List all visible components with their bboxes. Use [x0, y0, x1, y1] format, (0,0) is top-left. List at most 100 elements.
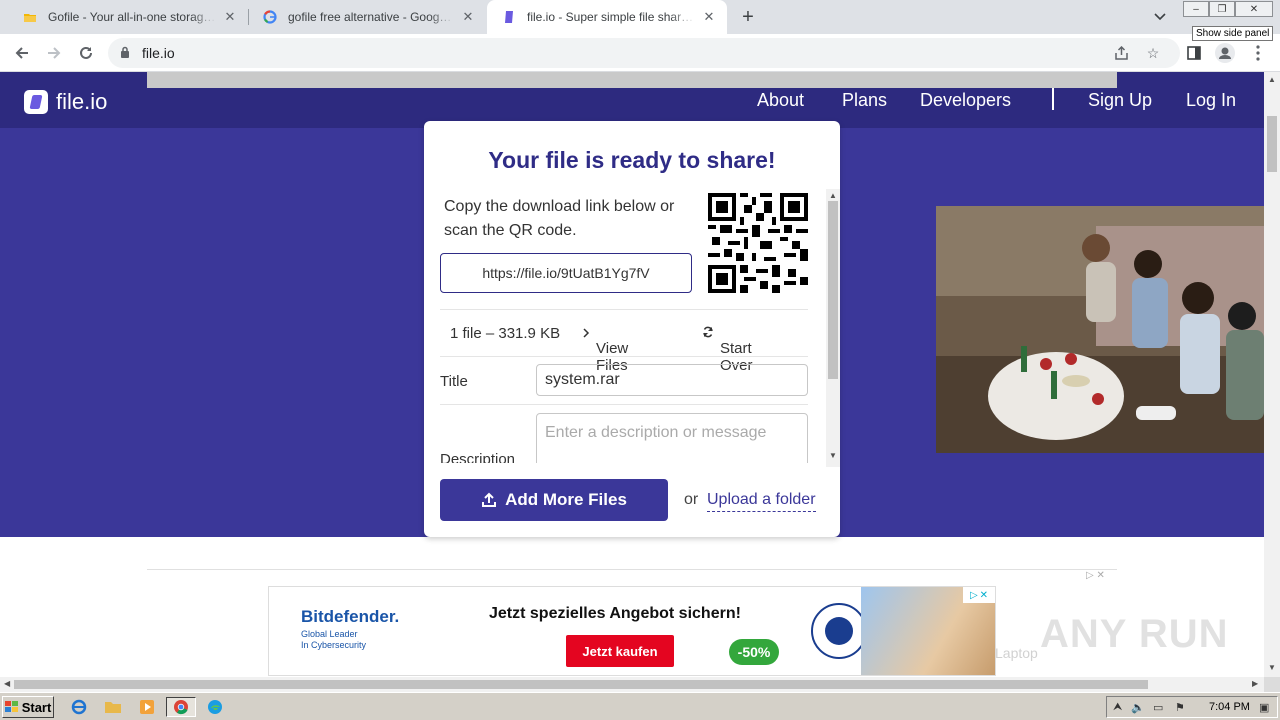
- forward-arrow-icon: [48, 47, 61, 59]
- kebab-menu-icon: [1256, 45, 1260, 61]
- close-icon[interactable]: ✕: [222, 9, 238, 25]
- internet-explorer-icon[interactable]: [68, 697, 90, 717]
- system-tray: ⮝ 🔈 ▭ ⚑ 7:04 PM ▣: [1106, 696, 1278, 718]
- view-files-button[interactable]: View Files: [582, 325, 628, 374]
- edge-icon[interactable]: [204, 697, 226, 717]
- side-panel-icon: [1187, 46, 1201, 60]
- address-bar[interactable]: file.io ☆: [108, 38, 1180, 68]
- google-icon: [262, 9, 278, 25]
- description-label: Description: [440, 451, 516, 463]
- browser-menu-button[interactable]: [1246, 41, 1270, 65]
- back-button[interactable]: [10, 41, 34, 65]
- network-icon[interactable]: ▭: [1153, 701, 1163, 714]
- share-details-scroll: Copy the download link below or scan the…: [424, 185, 840, 463]
- tab-search-chevron-icon[interactable]: [1150, 8, 1170, 26]
- scroll-down-icon[interactable]: ▼: [829, 451, 837, 460]
- file-explorer-icon[interactable]: [102, 697, 124, 717]
- ad-options-icon[interactable]: ▷ ✕: [1086, 570, 1105, 581]
- forward-button[interactable]: [42, 41, 66, 65]
- watermark-subtext: Laptop: [995, 645, 1038, 661]
- share-heading: Your file is ready to share!: [488, 147, 776, 173]
- card-scrollbar[interactable]: ▲ ▼: [826, 189, 840, 467]
- chevron-right-icon: [583, 328, 590, 338]
- ad-choices-icon[interactable]: ▷ ✕: [963, 587, 995, 603]
- tab-gofile[interactable]: Gofile - Your all-in-one storage soluti …: [8, 0, 248, 34]
- nav-about[interactable]: About: [757, 90, 804, 111]
- ad-tagline: Global Leader In Cybersecurity: [301, 629, 367, 650]
- show-desktop-icon[interactable]: ▣: [1259, 701, 1269, 714]
- close-icon[interactable]: ✕: [701, 9, 717, 25]
- reload-button[interactable]: [74, 41, 98, 65]
- taskbar-clock[interactable]: 7:04 PM: [1209, 701, 1250, 713]
- page-hscroll-thumb[interactable]: [14, 680, 1148, 689]
- start-over-button[interactable]: Start Over: [702, 325, 753, 374]
- page-scroll-thumb[interactable]: [1267, 116, 1277, 172]
- back-arrow-icon: [15, 47, 28, 59]
- lock-icon[interactable]: [120, 46, 130, 64]
- ad-brand: Bitdefender.: [301, 607, 400, 626]
- windows-taskbar: Start ⮝ 🔈 ▭ ⚑ 7:04 PM ▣: [0, 692, 1280, 720]
- nav-sign-up[interactable]: Sign Up: [1088, 90, 1152, 111]
- ad-cta-button[interactable]: Jetzt kaufen: [566, 635, 674, 667]
- tab-title: Gofile - Your all-in-one storage soluti: [48, 10, 216, 24]
- or-text: or: [684, 491, 699, 508]
- description-input[interactable]: Enter a description or message: [536, 413, 808, 463]
- nav-developers[interactable]: Developers: [920, 90, 1011, 111]
- add-more-files-button[interactable]: Add More Files: [440, 479, 668, 521]
- nav-plans[interactable]: Plans: [842, 90, 887, 111]
- side-panel-button[interactable]: [1182, 41, 1206, 65]
- page-viewport: file.io About Plans Developers Sign Up L…: [0, 72, 1264, 677]
- profile-avatar[interactable]: [1213, 41, 1237, 65]
- hero-photo: [936, 206, 1264, 453]
- nav-divider: [1052, 88, 1054, 110]
- tab-google-search[interactable]: gofile free alternative - Google Such ✕: [248, 0, 486, 34]
- fileio-logo-icon: [24, 90, 48, 114]
- tab-strip: Gofile - Your all-in-one storage soluti …: [0, 0, 1280, 34]
- scroll-up-icon[interactable]: ▲: [1268, 75, 1276, 84]
- ad-discount-badge: -50%: [729, 639, 779, 665]
- file-summary: 1 file – 331.9 KB: [450, 325, 561, 342]
- tab-title: file.io - Super simple file sharing: [527, 10, 695, 24]
- nav-log-in[interactable]: Log In: [1186, 90, 1236, 111]
- tray-expand-icon[interactable]: ⮝: [1113, 701, 1122, 714]
- scroll-left-icon[interactable]: ◀: [4, 679, 10, 688]
- chrome-taskbar-button[interactable]: [166, 697, 196, 717]
- page-horizontal-scrollbar[interactable]: ◀ ▶: [0, 677, 1264, 692]
- upload-icon: [482, 492, 497, 507]
- top-ad-strip: [147, 72, 1117, 88]
- start-label: Start: [21, 699, 52, 715]
- close-icon[interactable]: ✕: [460, 9, 476, 25]
- minimize-button[interactable]: ‒: [1183, 1, 1209, 17]
- restore-button[interactable]: ❐: [1209, 1, 1235, 17]
- share-icon[interactable]: [1112, 44, 1130, 62]
- ad-headline: Jetzt spezielles Angebot sichern!: [489, 605, 741, 622]
- download-link-field[interactable]: https://file.io/9tUatB1Yg7fV: [440, 253, 692, 293]
- title-label: Title: [440, 373, 468, 390]
- field-divider: [440, 404, 808, 405]
- close-window-button[interactable]: ✕: [1235, 1, 1273, 17]
- file-meta-row: 1 file – 331.9 KB View Files Start Over: [440, 309, 808, 374]
- profile-icon: [1215, 43, 1235, 63]
- tab-fileio[interactable]: file.io - Super simple file sharing ✕: [487, 0, 727, 34]
- new-tab-button[interactable]: +: [736, 5, 760, 29]
- url-text[interactable]: file.io: [142, 45, 175, 61]
- media-player-icon[interactable]: [136, 697, 158, 717]
- volume-icon[interactable]: 🔈: [1131, 701, 1145, 714]
- card-scroll-thumb[interactable]: [828, 201, 838, 379]
- flag-icon[interactable]: ⚑: [1175, 701, 1185, 714]
- copy-instructions: Copy the download link below or scan the…: [444, 198, 675, 239]
- made-in-europe-badge: [811, 603, 867, 659]
- start-button[interactable]: Start: [2, 696, 54, 718]
- upload-folder-link[interactable]: Upload a folder: [707, 491, 816, 512]
- site-logo[interactable]: file.io: [24, 89, 107, 115]
- qr-code: [708, 193, 808, 293]
- page-vertical-scrollbar[interactable]: ▲ ▼: [1264, 72, 1280, 677]
- scroll-up-icon[interactable]: ▲: [829, 191, 837, 200]
- refresh-icon: [703, 326, 713, 338]
- bitdefender-ad[interactable]: Bitdefender. Global Leader In Cybersecuri…: [268, 586, 996, 676]
- title-input[interactable]: system.rar: [536, 364, 808, 396]
- scroll-down-icon[interactable]: ▼: [1268, 663, 1276, 672]
- windows-logo-icon: [4, 701, 18, 712]
- scroll-right-icon[interactable]: ▶: [1252, 679, 1258, 688]
- bookmark-star-icon[interactable]: ☆: [1144, 44, 1162, 62]
